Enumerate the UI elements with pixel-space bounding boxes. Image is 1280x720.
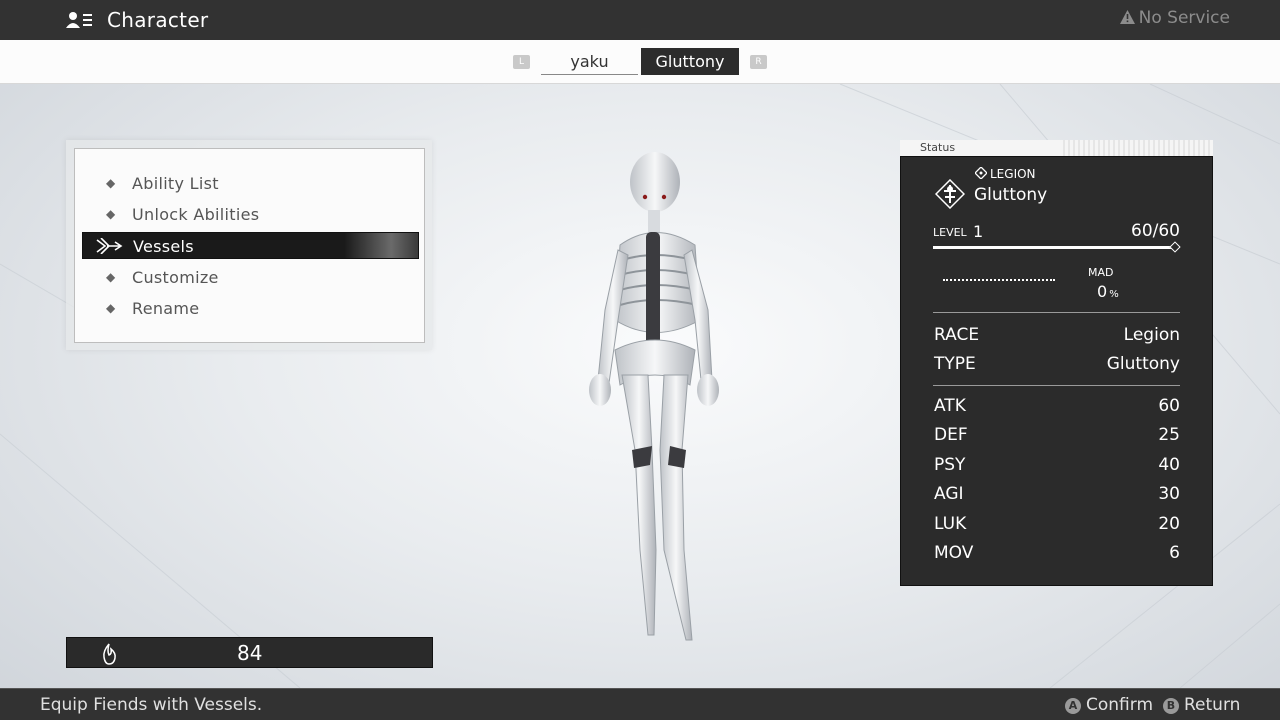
mad-label: MAD (1088, 266, 1114, 279)
type-row-label: TYPE (934, 354, 976, 374)
a-button-icon: A (1065, 698, 1081, 714)
menu-item-ability-list[interactable]: ◆ Ability List (82, 170, 419, 197)
flame-icon (103, 643, 116, 665)
stat-row-mov: MOV 6 (933, 543, 1180, 565)
stat-label: DEF (934, 425, 968, 445)
diamond-bullet-icon: ◆ (106, 270, 116, 284)
stat-label: MOV (934, 543, 974, 563)
level-value: 1 (973, 222, 984, 241)
level-label: LEVEL (933, 226, 967, 239)
r-shoulder-button[interactable]: R (750, 55, 767, 69)
menu-item-label: Ability List (132, 174, 219, 193)
character-tabs: L yaku Gluttony R (0, 40, 1280, 84)
divider (933, 385, 1180, 386)
stat-value: 30 (1158, 484, 1180, 504)
diamond-outline-icon (975, 167, 987, 179)
diamond-bullet-icon: ◆ (106, 207, 116, 221)
stat-row-def: DEF 25 (933, 425, 1180, 447)
stat-value: 20 (1158, 514, 1180, 534)
stat-label: AGI (934, 484, 964, 504)
stat-row-psy: PSY 40 (933, 455, 1180, 477)
fiend-model-skeleton (589, 152, 719, 641)
tab-gluttony[interactable]: Gluttony (641, 48, 739, 75)
race-row-value: Legion (1123, 325, 1180, 345)
status-header: Status (900, 140, 1213, 156)
hp-bar (933, 246, 1175, 249)
help-text: Equip Fiends with Vessels. (40, 695, 263, 715)
stat-value: 25 (1158, 425, 1180, 445)
stat-value: 6 (1169, 543, 1180, 563)
b-button-icon: B (1163, 698, 1179, 714)
stat-value: 40 (1158, 455, 1180, 475)
fiend-name: Gluttony (974, 185, 1048, 205)
type-row-value: Gluttony (1106, 354, 1180, 374)
l-shoulder-button[interactable]: L (513, 55, 530, 69)
currency-amount: 84 (237, 641, 263, 665)
confirm-label: Confirm (1086, 695, 1154, 715)
network-status-text: No Service (1138, 8, 1230, 28)
mad-gauge (943, 279, 1055, 281)
legion-race-icon (935, 179, 965, 209)
stat-row-atk: ATK 60 (933, 396, 1180, 418)
stat-row-agi: AGI 30 (933, 484, 1180, 506)
stat-label: PSY (934, 455, 966, 475)
race-row: RACE Legion (933, 325, 1180, 347)
menu-item-rename[interactable]: ◆ Rename (82, 295, 419, 322)
menu-item-label: Vessels (133, 237, 194, 256)
divider (933, 312, 1180, 313)
menu-item-label: Rename (132, 299, 200, 318)
race-class-text: LEGION (990, 167, 1036, 181)
selection-cursor-icon (96, 238, 123, 254)
return-label: Return (1184, 695, 1241, 715)
hp-bar-end-marker (1169, 241, 1181, 253)
menu-item-vessels[interactable]: Vessels (82, 232, 419, 259)
mad-unit: % (1109, 289, 1119, 300)
hp-value: 60/60 (1131, 221, 1180, 241)
stat-label: LUK (934, 514, 967, 534)
stat-label: ATK (934, 396, 966, 416)
mad-value: 0% (1097, 282, 1119, 301)
mad-number: 0 (1097, 282, 1108, 301)
menu-item-customize[interactable]: ◆ Customize (82, 264, 419, 291)
page-title: Character (107, 8, 209, 32)
network-status: No Service (1119, 8, 1230, 28)
status-panel: LEGION Gluttony LEVEL 1 60/60 MAD 0% RAC… (900, 156, 1213, 586)
command-menu-list: ◆ Ability List ◆ Unlock Abilities Vessel… (74, 148, 425, 343)
party-members-icon (66, 12, 92, 28)
diamond-bullet-icon: ◆ (106, 301, 116, 315)
menu-item-unlock-abilities[interactable]: ◆ Unlock Abilities (82, 201, 419, 228)
tab-yaku[interactable]: yaku (541, 48, 638, 75)
status-header-label: Status (920, 141, 960, 154)
type-row: TYPE Gluttony (933, 354, 1180, 376)
race-class-label: LEGION (975, 167, 1036, 181)
menu-item-label: Customize (132, 268, 219, 287)
stat-value: 60 (1158, 396, 1180, 416)
command-menu: ◆ Ability List ◆ Unlock Abilities Vessel… (66, 140, 432, 350)
confirm-button[interactable]: A Confirm (1065, 695, 1153, 715)
title-bar: Character No Service (0, 0, 1280, 40)
help-bar: Equip Fiends with Vessels. A Confirm B Ret… (0, 688, 1280, 720)
stat-row-luk: LUK 20 (933, 514, 1180, 536)
warning-triangle-icon (1119, 10, 1135, 24)
return-button[interactable]: B Return (1163, 695, 1240, 715)
menu-item-label: Unlock Abilities (132, 205, 260, 224)
race-row-label: RACE (934, 325, 980, 345)
diamond-bullet-icon: ◆ (106, 176, 116, 190)
magnetite-counter: 84 (66, 637, 433, 668)
